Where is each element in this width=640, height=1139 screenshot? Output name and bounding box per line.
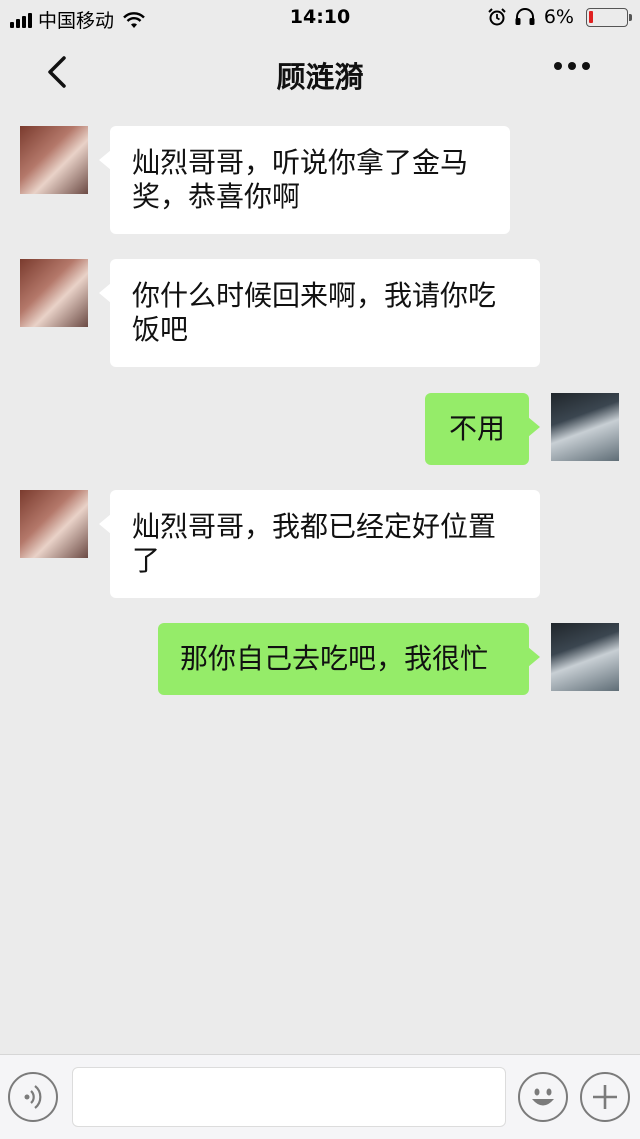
message-text: 奖，恭喜你啊 xyxy=(132,180,301,213)
message-text: 那你自己去吃吧，我很忙 xyxy=(180,642,489,675)
avatar[interactable] xyxy=(551,393,619,461)
avatar[interactable] xyxy=(20,126,88,194)
message-row: 灿烈哥哥，听说你拿了金马 奖，恭喜你啊 xyxy=(0,126,640,236)
message-row: 那你自己去吃吧，我很忙 xyxy=(0,623,640,698)
more-dots-icon xyxy=(554,62,562,70)
message-bubble[interactable]: 你什么时候回来啊，我请你吃 饭吧 xyxy=(99,259,540,367)
alarm-icon xyxy=(488,8,506,26)
plus-icon xyxy=(593,1085,617,1109)
message-row: 灿烈哥哥，我都已经定好位置 了 xyxy=(0,490,640,600)
emoji-button[interactable] xyxy=(518,1072,568,1122)
voice-button[interactable] xyxy=(8,1072,58,1122)
message-text: 不用 xyxy=(448,412,505,445)
message-text: 灿烈哥哥，听说你拿了金马 xyxy=(132,146,469,179)
chat-area[interactable]: 灿烈哥哥，听说你拿了金马 奖，恭喜你啊 你什么时候回来啊，我请你吃 饭吧 不用 … xyxy=(0,108,640,1054)
battery-percent: 6% xyxy=(543,6,574,28)
chat-title: 顾涟漪 xyxy=(276,60,364,94)
headphones-icon xyxy=(515,8,535,25)
message-text: 了 xyxy=(132,544,161,577)
message-row: 你什么时候回来啊，我请你吃 饭吧 xyxy=(0,259,640,369)
avatar[interactable] xyxy=(551,623,619,691)
input-bar xyxy=(0,1054,640,1139)
emoji-icon xyxy=(532,1088,554,1106)
message-bubble[interactable]: 灿烈哥哥，听说你拿了金马 奖，恭喜你啊 xyxy=(99,126,510,234)
message-input[interactable] xyxy=(72,1067,506,1127)
message-text: 你什么时候回来啊，我请你吃 xyxy=(132,279,497,312)
more-dot xyxy=(582,62,590,70)
message-bubble[interactable]: 那你自己去吃吧，我很忙 xyxy=(158,623,540,695)
voice-icon xyxy=(24,1085,42,1109)
message-text: 灿烈哥哥，我都已经定好位置 xyxy=(132,510,497,543)
battery-icon xyxy=(586,7,632,27)
message-row: 不用 xyxy=(0,393,640,468)
avatar[interactable] xyxy=(20,490,88,558)
more-dot xyxy=(568,62,576,70)
avatar[interactable] xyxy=(20,259,88,327)
status-bar: 中国移动 14:10 6% xyxy=(0,0,640,36)
battery-level xyxy=(589,10,593,23)
message-bubble[interactable]: 灿烈哥哥，我都已经定好位置 了 xyxy=(99,490,540,598)
nav-bar: 顾涟漪 xyxy=(0,36,640,108)
message-text: 饭吧 xyxy=(132,313,189,346)
status-right: 6% xyxy=(488,6,632,28)
more-button[interactable] xyxy=(554,62,590,70)
plus-button[interactable] xyxy=(580,1072,630,1122)
message-bubble[interactable]: 不用 xyxy=(425,393,540,465)
